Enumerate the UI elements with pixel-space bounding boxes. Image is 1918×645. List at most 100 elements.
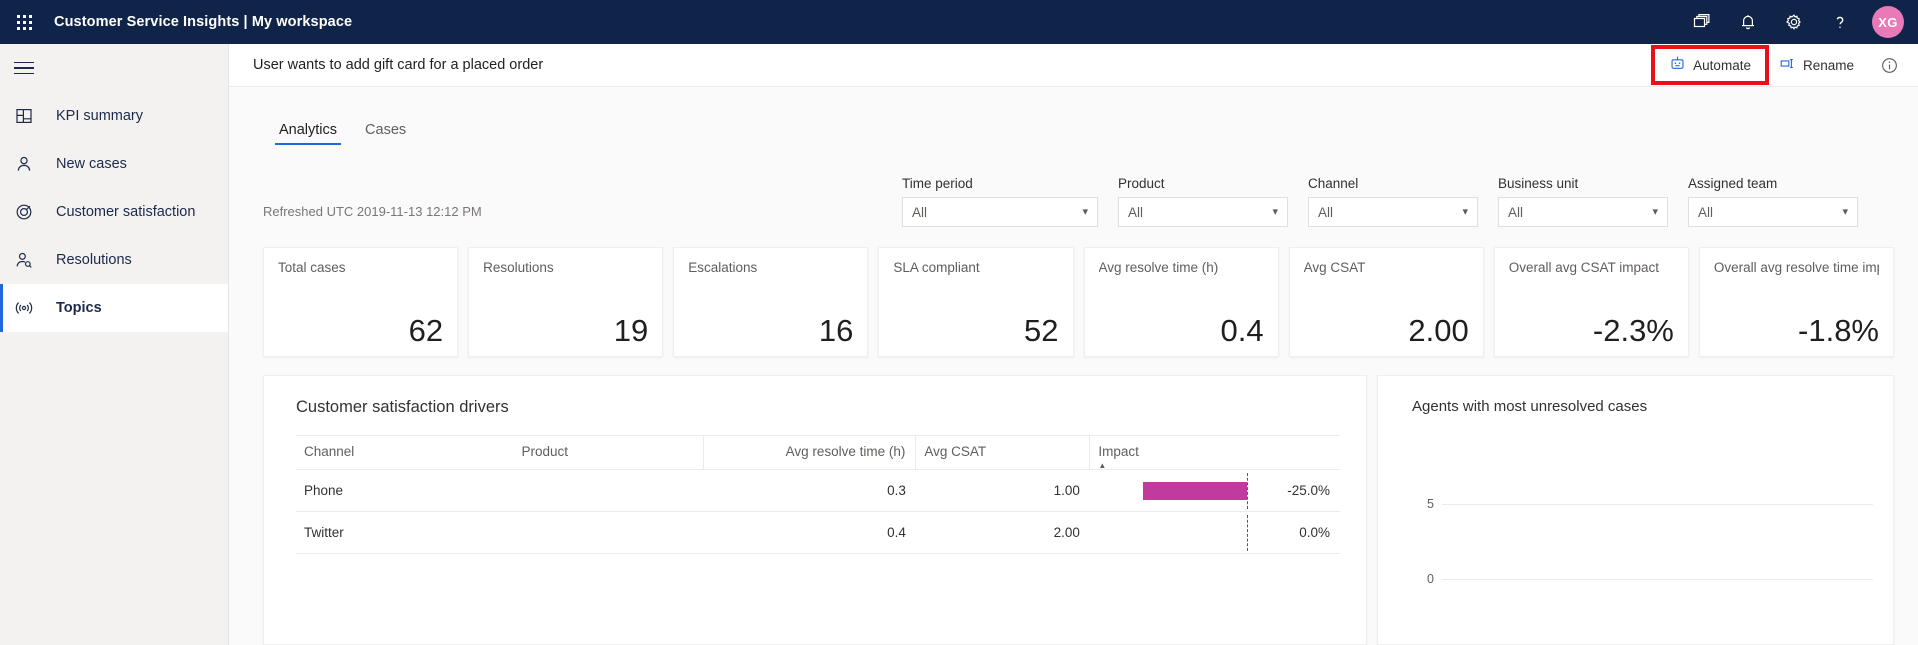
filter-group: Time period All ▾ Product All ▾ Channel …	[902, 176, 1894, 227]
kpi-label: SLA compliant	[893, 260, 980, 275]
sidebar-item-topics[interactable]: Topics	[0, 284, 228, 332]
axis-baseline	[1442, 579, 1873, 580]
dashboard-icon	[14, 106, 44, 126]
gear-icon[interactable]	[1772, 0, 1816, 44]
filter-channel: Channel All ▾	[1308, 176, 1478, 227]
kpi-card-resolutions: Resolutions 19	[468, 247, 664, 357]
topic-header: User wants to add gift card for a placed…	[229, 44, 1918, 87]
rename-label: Rename	[1802, 57, 1854, 73]
kpi-label: Escalations	[688, 260, 758, 275]
sidebar-item-kpi-summary[interactable]: KPI summary	[0, 92, 228, 140]
bell-icon[interactable]	[1726, 0, 1770, 44]
channel-select[interactable]: All ▾	[1308, 197, 1478, 227]
kpi-card-avg-resolve-time: Avg resolve time (h) 0.4	[1083, 247, 1279, 357]
table-row[interactable]: Twitter 0.4 2.00 0.0%	[296, 511, 1340, 554]
robot-icon	[1669, 55, 1686, 75]
cell-impact-value: 0.0%	[1247, 511, 1340, 554]
top-navigation-bar: Customer Service Insights | My workspace	[0, 0, 1918, 44]
filter-row: Refreshed UTC 2019-11-13 12:12 PM Time p…	[229, 147, 1918, 227]
sidebar-item-label: KPI summary	[56, 108, 144, 124]
topbar-actions: XG	[1680, 0, 1908, 44]
chevron-down-icon: ▾	[1272, 205, 1278, 218]
table-header-row: Channel Product Avg resolve time (h) Avg…	[296, 435, 1340, 470]
copy-icon[interactable]	[1680, 0, 1724, 44]
cell-impact-value: -25.0%	[1247, 469, 1340, 512]
bars-area: 8 8 3 2	[1456, 429, 1863, 599]
csat-drivers-panel: Customer satisfaction drivers Channel Pr…	[263, 375, 1367, 645]
chart-title: Agents with most unresolved cases	[1412, 398, 1648, 415]
column-header-label: Impact	[1098, 444, 1139, 459]
unresolved-cases-bar-chart: 5 0 8 8 3 2	[1412, 429, 1873, 599]
cell-product	[513, 469, 704, 512]
help-icon[interactable]	[1818, 0, 1862, 44]
filter-value: All	[1128, 204, 1144, 220]
broadcast-icon	[14, 298, 44, 318]
column-header-impact[interactable]: Impact ▲	[1089, 435, 1248, 470]
kpi-label: Overall avg resolve time impact	[1713, 260, 1879, 275]
rename-button[interactable]: Rename	[1769, 50, 1864, 80]
kpi-label: Avg CSAT	[1303, 260, 1366, 275]
business-unit-select[interactable]: All ▾	[1498, 197, 1668, 227]
automate-button[interactable]: Automate	[1651, 45, 1769, 85]
kpi-value: 52	[1024, 313, 1059, 348]
column-header-avg-resolve-time[interactable]: Avg resolve time (h)	[703, 435, 916, 470]
column-header-avg-csat[interactable]: Avg CSAT	[915, 435, 1090, 470]
kpi-value: 16	[818, 313, 854, 348]
rename-icon	[1779, 55, 1796, 75]
column-header-product[interactable]: Product	[513, 435, 704, 470]
info-icon[interactable]	[1874, 50, 1904, 80]
gauge-icon	[14, 202, 44, 222]
filter-label: Product	[1118, 176, 1165, 191]
filter-assigned-team: Assigned team All ▾	[1688, 176, 1858, 227]
sidebar-item-customer-satisfaction[interactable]: Customer satisfaction	[0, 188, 228, 236]
tab-analytics[interactable]: Analytics	[267, 116, 349, 147]
page-title: User wants to add gift card for a placed…	[253, 57, 544, 73]
sidebar-item-label: New cases	[56, 156, 127, 172]
sidebar-item-new-cases[interactable]: New cases	[0, 140, 228, 188]
kpi-value: -2.3%	[1592, 313, 1674, 348]
filter-label: Assigned team	[1688, 176, 1778, 191]
waffle-icon	[16, 14, 32, 30]
column-header-channel[interactable]: Channel	[296, 435, 514, 470]
kpi-value: 2.00	[1408, 313, 1469, 348]
chevron-down-icon: ▾	[1462, 205, 1468, 218]
sidebar-item-label: Topics	[56, 300, 102, 316]
cell-channel: Twitter	[296, 511, 514, 554]
cell-avg-resolve-time: 0.4	[703, 511, 916, 554]
app-launcher-button[interactable]	[0, 0, 48, 44]
filter-value: All	[912, 204, 928, 220]
filter-value: All	[1698, 204, 1714, 220]
sidebar-item-resolutions[interactable]: Resolutions	[0, 236, 228, 284]
kpi-value: 0.4	[1220, 313, 1264, 348]
y-tick-5: 5	[1427, 497, 1434, 511]
cell-avg-csat: 2.00	[915, 511, 1090, 554]
filter-product: Product All ▾	[1118, 176, 1288, 227]
panel-row: Customer satisfaction drivers Channel Pr…	[229, 357, 1918, 645]
sidebar-item-label: Customer satisfaction	[56, 204, 196, 220]
filter-label: Time period	[902, 176, 973, 191]
person-search-icon	[14, 250, 44, 270]
cell-product	[513, 511, 704, 554]
time-period-select[interactable]: All ▾	[902, 197, 1098, 227]
kpi-value: 19	[613, 313, 649, 348]
kpi-card-sla-compliant: SLA compliant 52	[878, 247, 1074, 357]
filter-business-unit: Business unit All ▾	[1498, 176, 1668, 227]
filter-label: Channel	[1308, 176, 1359, 191]
tab-cases[interactable]: Cases	[353, 116, 418, 147]
sidebar-toggle-button[interactable]	[0, 44, 228, 92]
product-select[interactable]: All ▾	[1118, 197, 1288, 227]
table-row[interactable]: Phone 0.3 1.00 -25.0%	[296, 469, 1340, 512]
impact-zero-line	[1246, 514, 1248, 551]
kpi-card-escalations: Escalations 16	[673, 247, 869, 357]
user-avatar[interactable]: XG	[1872, 6, 1904, 38]
kpi-label: Overall avg CSAT impact	[1508, 260, 1660, 275]
body-wrapper: KPI summary New cases Customer satisfact…	[0, 44, 1918, 645]
tab-bar: Analytics Cases	[229, 87, 1918, 147]
kpi-card-total-cases: Total cases 62	[263, 247, 459, 357]
panel-title: Customer satisfaction drivers	[296, 398, 509, 416]
csat-drivers-table: Channel Product Avg resolve time (h) Avg…	[296, 435, 1340, 554]
assigned-team-select[interactable]: All ▾	[1688, 197, 1858, 227]
filter-label: Business unit	[1498, 176, 1579, 191]
unresolved-cases-panel: Agents with most unresolved cases 5 0 8	[1377, 375, 1894, 645]
sidebar-item-label: Resolutions	[56, 252, 132, 268]
